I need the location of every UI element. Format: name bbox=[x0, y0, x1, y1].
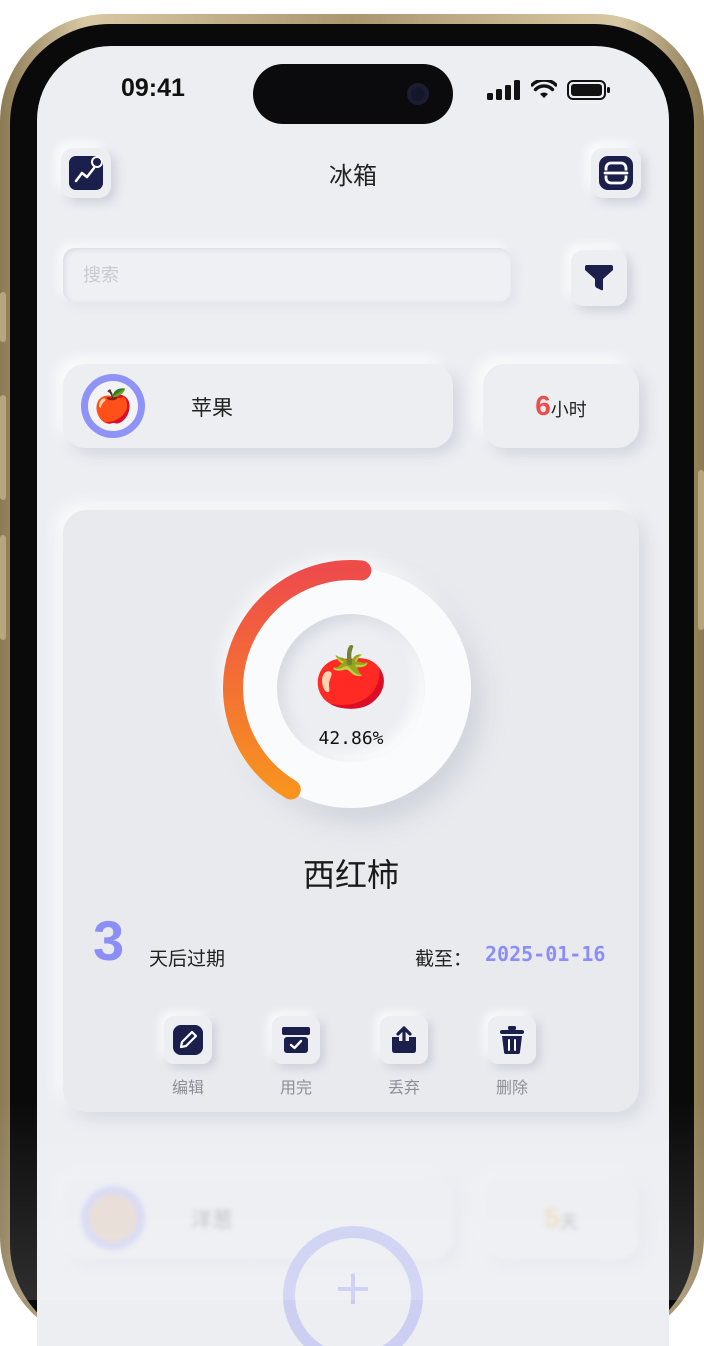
discard-action[interactable]: 丢弃 bbox=[379, 1016, 429, 1098]
progress-percent: 42.86% bbox=[318, 728, 384, 749]
used-up-action[interactable]: 用完 bbox=[271, 1016, 321, 1098]
trash-icon bbox=[500, 1026, 524, 1054]
action-button bbox=[0, 292, 6, 342]
power-button bbox=[698, 470, 704, 630]
search-input[interactable] bbox=[63, 248, 511, 302]
produce-name: 西红柿 bbox=[302, 856, 399, 894]
time-unit: 小时 bbox=[550, 400, 587, 421]
next-time-value: 5 bbox=[544, 1202, 560, 1233]
item-time-remaining[interactable]: 6 小时 bbox=[483, 364, 639, 448]
dynamic-island bbox=[253, 64, 453, 124]
plus-icon: + bbox=[332, 1260, 374, 1316]
days-until-expiry: 3 bbox=[93, 909, 125, 972]
volume-down-button bbox=[0, 535, 6, 640]
item-avatar: 🍎 bbox=[81, 374, 145, 438]
camera-icon bbox=[407, 83, 429, 105]
apple-icon: 🍎 bbox=[93, 387, 133, 425]
delete-button[interactable] bbox=[488, 1016, 536, 1064]
freshness-ring: 🍅 42.86% bbox=[213, 550, 489, 826]
edit-button[interactable] bbox=[164, 1016, 212, 1064]
delete-action[interactable]: 删除 bbox=[487, 1016, 537, 1098]
used-up-button[interactable] bbox=[272, 1016, 320, 1064]
until-label: 截至： bbox=[415, 948, 473, 970]
app-screen: 09:41 冰箱 搜索 🍎 苹果 6 小时 🍅 42.86% 西红柿 3 天后过… bbox=[37, 46, 669, 1346]
action-bar: 编辑 用完 丢弃 删除 bbox=[163, 1016, 537, 1098]
status-icons bbox=[487, 79, 611, 101]
scan-icon bbox=[599, 156, 633, 190]
edit-icon bbox=[173, 1025, 203, 1055]
edit-label: 编辑 bbox=[171, 1078, 204, 1097]
volume-up-button bbox=[0, 395, 6, 500]
time-value: 6 bbox=[535, 390, 551, 421]
tomato-icon: 🍅 bbox=[313, 643, 389, 713]
discard-button[interactable] bbox=[380, 1016, 428, 1064]
scan-button[interactable] bbox=[591, 148, 641, 198]
item-name: 苹果 bbox=[191, 396, 233, 420]
used-up-label: 用完 bbox=[279, 1078, 312, 1097]
detail-card: 🍅 42.86% 西红柿 3 天后过期 截至： 2025-01-16 编辑 用完… bbox=[63, 510, 639, 1112]
filter-icon bbox=[585, 265, 613, 291]
battery-icon bbox=[567, 80, 610, 100]
days-label: 天后过期 bbox=[149, 948, 226, 970]
expiry-date: 2025-01-16 bbox=[485, 942, 606, 966]
next-item-name: 洋葱 bbox=[191, 1208, 233, 1232]
status-time: 09:41 bbox=[121, 74, 185, 102]
share-upload-icon bbox=[392, 1026, 416, 1053]
next-item-time[interactable]: 5 天 bbox=[483, 1176, 639, 1260]
signal-icon bbox=[487, 80, 520, 100]
next-time-unit: 天 bbox=[559, 1212, 578, 1233]
edit-action[interactable]: 编辑 bbox=[163, 1016, 213, 1098]
archive-check-icon bbox=[282, 1027, 310, 1053]
page-title: 冰箱 bbox=[329, 162, 377, 190]
discard-label: 丢弃 bbox=[387, 1078, 420, 1097]
filter-button[interactable] bbox=[571, 250, 627, 306]
next-item-avatar bbox=[81, 1186, 145, 1250]
wifi-icon bbox=[531, 80, 557, 98]
item-card-apple[interactable]: 🍎 苹果 bbox=[63, 364, 453, 448]
delete-label: 删除 bbox=[495, 1078, 528, 1097]
search-field[interactable] bbox=[63, 248, 511, 302]
